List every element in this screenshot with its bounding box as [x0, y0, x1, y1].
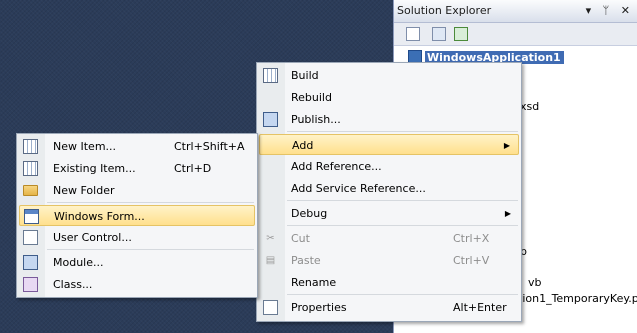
submenu-item-user-control[interactable]: User Control...: [19, 227, 255, 248]
menu-item-label: Properties: [291, 301, 347, 314]
submenu-item-windows-form[interactable]: Windows Form...: [19, 205, 255, 226]
menu-item-debug[interactable]: Debug ▶: [259, 203, 519, 224]
module-icon: [23, 255, 38, 270]
menu-item-label: Add Reference...: [291, 160, 382, 173]
menu-item-cut[interactable]: ✂ Cut Ctrl+X: [259, 228, 519, 249]
menu-item-label: Rebuild: [291, 91, 332, 104]
menu-item-label: Windows Form...: [54, 210, 145, 223]
menu-item-add-service-reference[interactable]: Add Service Reference...: [259, 178, 519, 199]
tree-item-partial[interactable]: vb: [528, 275, 542, 291]
menu-item-rebuild[interactable]: Rebuild: [259, 87, 519, 108]
menu-separator: [287, 294, 518, 295]
menu-item-label: New Item...: [53, 140, 117, 153]
tree-item-partial[interactable]: tion1_TemporaryKey.pf: [518, 291, 637, 307]
menu-separator: [287, 200, 518, 201]
menu-item-publish[interactable]: Publish...: [259, 109, 519, 130]
menu-item-label: Add Service Reference...: [291, 182, 426, 195]
menu-item-add[interactable]: Add ▶: [259, 134, 519, 155]
menu-item-label: Existing Item...: [53, 162, 136, 175]
windows-form-icon: [24, 209, 39, 224]
menu-item-label: Paste: [291, 254, 321, 267]
cut-icon: ✂: [266, 233, 275, 244]
menu-item-label: Add: [292, 139, 314, 152]
class-icon: [23, 277, 38, 292]
menu-item-shortcut: Ctrl+X: [453, 232, 490, 245]
add-submenu: New Item... Ctrl+Shift+A Existing Item..…: [16, 133, 258, 298]
menu-separator: [47, 249, 254, 250]
menu-item-add-reference[interactable]: Add Reference...: [259, 156, 519, 177]
refresh-icon[interactable]: [454, 27, 468, 41]
menu-item-label: Cut: [291, 232, 310, 245]
show-all-files-icon[interactable]: [432, 27, 446, 41]
existing-item-icon: [23, 161, 38, 176]
publish-icon: [263, 112, 278, 127]
menu-item-label: Debug: [291, 207, 328, 220]
submenu-arrow-icon: ▶: [503, 141, 510, 150]
menu-item-rename[interactable]: Rename: [259, 272, 519, 293]
submenu-item-class[interactable]: Class...: [19, 274, 255, 295]
user-control-icon: [23, 230, 38, 245]
project-context-menu: Build Rebuild Publish... Add ▶ Add Refer…: [256, 62, 522, 322]
new-item-icon: [23, 139, 38, 154]
folder-icon: [23, 185, 38, 196]
properties-toolbar-icon[interactable]: [406, 27, 420, 41]
submenu-arrow-icon: ▶: [504, 209, 511, 218]
submenu-item-module[interactable]: Module...: [19, 252, 255, 273]
menu-item-shortcut: Ctrl+V: [453, 254, 490, 267]
submenu-item-existing-item[interactable]: Existing Item... Ctrl+D: [19, 158, 255, 179]
menu-item-label: Class...: [53, 278, 93, 291]
solution-explorer-toolbar: [394, 23, 637, 46]
submenu-item-new-item[interactable]: New Item... Ctrl+Shift+A: [19, 136, 255, 157]
solution-explorer-title: Solution Explorer: [397, 4, 492, 17]
menu-item-shortcut: Ctrl+Shift+A: [174, 140, 245, 153]
build-icon: [263, 68, 278, 83]
tree-item-partial[interactable]: xsd: [520, 99, 539, 115]
submenu-item-new-folder[interactable]: New Folder: [19, 180, 255, 201]
menu-item-label: New Folder: [53, 184, 115, 197]
menu-separator: [287, 225, 518, 226]
menu-item-label: Rename: [291, 276, 337, 289]
properties-icon: [263, 300, 278, 315]
menu-item-label: Publish...: [291, 113, 341, 126]
menu-item-label: User Control...: [53, 231, 132, 244]
panel-window-buttons[interactable]: ▾ ᛘ ✕: [586, 0, 634, 22]
menu-item-build[interactable]: Build: [259, 65, 519, 86]
menu-item-properties[interactable]: Properties Alt+Enter: [259, 297, 519, 318]
menu-item-shortcut: Alt+Enter: [453, 301, 507, 314]
menu-item-label: Module...: [53, 256, 104, 269]
menu-item-label: Build: [291, 69, 319, 82]
menu-separator: [47, 202, 254, 203]
menu-item-paste[interactable]: ▤ Paste Ctrl+V: [259, 250, 519, 271]
menu-item-shortcut: Ctrl+D: [174, 162, 212, 175]
paste-icon: ▤: [265, 255, 276, 266]
solution-explorer-title-bar: Solution Explorer ▾ ᛘ ✕: [394, 0, 637, 23]
menu-separator: [287, 131, 518, 132]
